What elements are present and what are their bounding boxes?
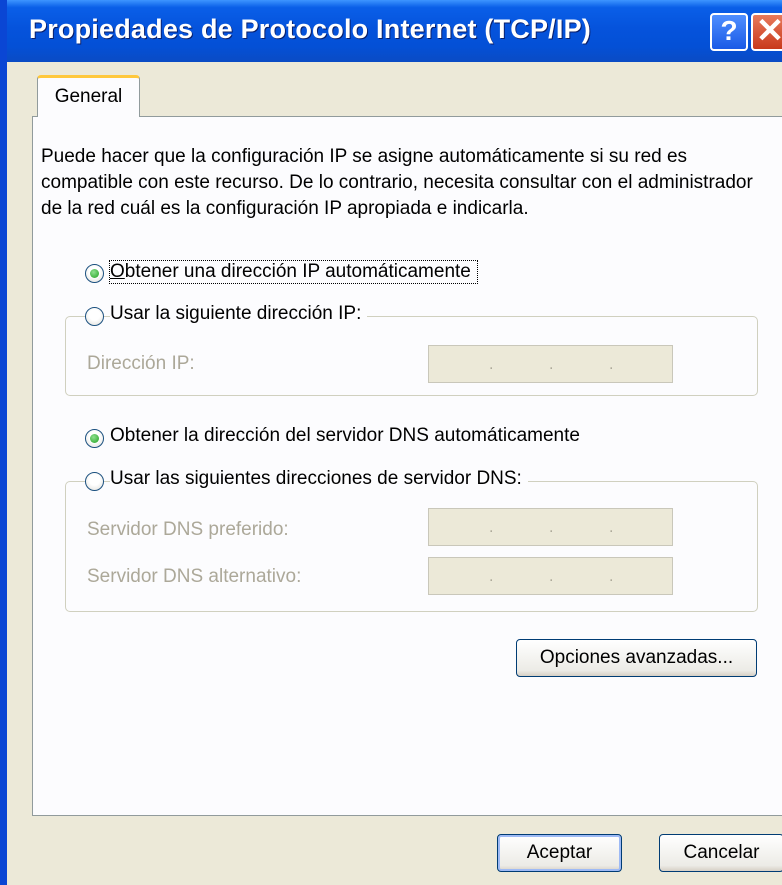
ip-address-field[interactable]: ... <box>428 345 673 383</box>
description-text: Puede hacer que la configuración IP se a… <box>41 146 753 219</box>
dns-preferred-label: Servidor DNS preferido: <box>87 519 289 540</box>
dns-manual-label[interactable]: Usar las siguientes direcciones de servi… <box>110 468 528 490</box>
radio-ip-manual[interactable] <box>85 307 104 326</box>
title-bar[interactable]: Propiedades de Protocolo Internet (TCP/I… <box>7 0 782 62</box>
radio-dns-auto[interactable] <box>85 429 104 448</box>
cancel-button[interactable]: Cancelar <box>659 834 782 872</box>
close-icon[interactable]: ✕ <box>751 13 782 51</box>
help-icon[interactable]: ? <box>710 13 748 51</box>
ok-button[interactable]: Aceptar <box>497 834 622 872</box>
dns-auto-label[interactable]: Obtener la dirección del servidor DNS au… <box>110 425 586 447</box>
ip-address-label: Dirección IP: <box>87 353 195 374</box>
ip-manual-label[interactable]: Usar la siguiente dirección IP: <box>110 303 368 325</box>
advanced-options-button[interactable]: Opciones avanzadas... <box>516 639 757 677</box>
ip-auto-label[interactable]: Obtener una dirección IP automáticamente <box>109 260 478 284</box>
ip-auto-label-text: btener una dirección IP automáticamente <box>124 261 471 282</box>
ip-auto-label-first-letter: O <box>110 261 125 282</box>
radio-ip-auto[interactable] <box>85 264 104 283</box>
dns-alternate-field[interactable]: ... <box>428 557 673 595</box>
dns-alternate-label: Servidor DNS alternativo: <box>87 566 302 587</box>
dns-preferred-field[interactable]: ... <box>428 508 673 546</box>
dialog-window: Propiedades de Protocolo Internet (TCP/I… <box>0 0 782 885</box>
tab-general[interactable]: General <box>37 75 140 117</box>
radio-dns-manual[interactable] <box>85 472 104 491</box>
window-title: Propiedades de Protocolo Internet (TCP/I… <box>29 14 591 44</box>
